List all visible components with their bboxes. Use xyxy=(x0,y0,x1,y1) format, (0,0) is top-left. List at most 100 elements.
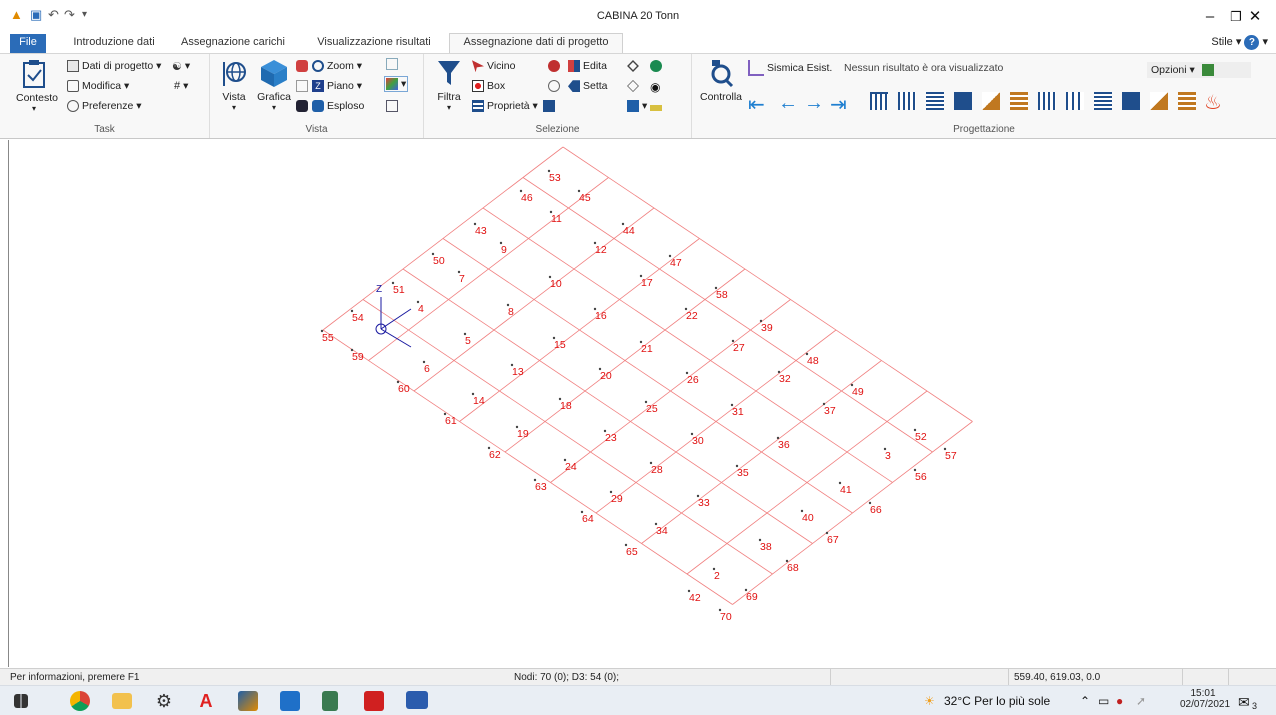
rebar-l3-icon xyxy=(1094,92,1112,110)
first-arrow-icon[interactable]: ⇤ xyxy=(748,92,765,117)
node-label: 28 xyxy=(651,464,663,476)
weather-icon[interactable]: ☀ xyxy=(924,694,935,708)
render-color-button[interactable] xyxy=(296,100,311,113)
node-label: 23 xyxy=(605,432,617,444)
close-button[interactable]: ✕ xyxy=(1232,4,1276,30)
box-button[interactable]: Box xyxy=(472,80,505,93)
node-label: 24 xyxy=(565,461,577,473)
chrome-icon[interactable] xyxy=(70,691,90,711)
filtra-button[interactable]: Filtra ▾ xyxy=(432,58,466,112)
select-all-button[interactable] xyxy=(548,60,563,73)
beam-design-a4-button[interactable] xyxy=(954,92,975,110)
column-design-l1-button[interactable] xyxy=(1038,92,1059,110)
style-menu[interactable]: Stile ▾ ? ▾ xyxy=(1211,34,1268,53)
node-label: 57 xyxy=(945,450,957,462)
last-arrow-icon[interactable]: ⇥ xyxy=(830,92,847,117)
render-solid-button[interactable] xyxy=(296,60,311,73)
esploso-button[interactable]: Esploso xyxy=(312,100,364,113)
rebar-a2-icon xyxy=(898,92,916,110)
column-design-l3-button[interactable] xyxy=(1094,92,1115,110)
notification-icon[interactable]: ✉ xyxy=(1238,694,1250,711)
check-search-icon xyxy=(711,60,734,88)
find-button[interactable]: ◉ xyxy=(650,80,663,94)
beam-design-a3-button[interactable] xyxy=(926,92,947,110)
opzioni-menu[interactable]: Opzioni ▾ xyxy=(1147,62,1251,78)
column-design-l4-button[interactable] xyxy=(1122,92,1143,110)
status-coordinates: 559.40, 619.03, 0.0 xyxy=(1014,672,1101,683)
autocad-icon[interactable]: A xyxy=(196,691,216,711)
fire-icon[interactable]: ♨ xyxy=(1204,90,1222,115)
contesto-button[interactable]: Contesto ▾ xyxy=(16,59,58,113)
object-menu[interactable]: ▾ xyxy=(627,100,647,113)
file-explorer-icon[interactable] xyxy=(112,693,132,709)
battery-icon[interactable]: ▭ xyxy=(1098,694,1109,708)
fit-view-button[interactable] xyxy=(386,100,401,113)
constraints-menu[interactable]: ☯ ▾ xyxy=(172,60,190,73)
column-design-l2-button[interactable] xyxy=(1066,92,1087,110)
measure-button[interactable] xyxy=(650,102,665,114)
network-app-icon[interactable]: ● xyxy=(1116,694,1123,708)
zoom-menu[interactable]: Zoom ▾ xyxy=(312,60,362,73)
dati-progetto-menu[interactable]: Dati di progetto ▾ xyxy=(67,60,161,73)
clock[interactable]: 15:01 02/07/2021 xyxy=(1180,688,1230,710)
wifi-icon[interactable]: ➚ xyxy=(1136,694,1146,708)
proprieta-menu[interactable]: Proprietà ▾ xyxy=(472,100,558,113)
settings-gear-icon[interactable]: ⚙ xyxy=(154,691,174,711)
structural-model-drawing[interactable]: 5346 451143 449 1250 47517 10 1758544 8 16 223955… xyxy=(9,140,1271,667)
weather-text[interactable]: 32°C Per lo più sole xyxy=(944,694,1050,708)
shape-icon xyxy=(627,80,639,93)
tab-introduzione-dati[interactable]: Introduzione dati xyxy=(58,34,170,53)
node-label: 54 xyxy=(352,312,364,324)
node-label: 38 xyxy=(760,541,772,553)
internet-button[interactable] xyxy=(650,60,665,73)
node-label: 12 xyxy=(595,244,607,256)
node-label: 4 xyxy=(418,303,424,315)
node-label: 27 xyxy=(733,342,745,354)
ruler-icon xyxy=(650,105,662,112)
tray-expand-icon[interactable]: ⌃ xyxy=(1080,694,1090,708)
color-view-menu[interactable]: ▾ xyxy=(384,76,409,93)
tab-file[interactable]: File xyxy=(10,34,46,53)
vista-button[interactable]: Vista ▾ xyxy=(216,58,252,112)
word-icon[interactable] xyxy=(406,691,428,709)
masonry-l-button[interactable] xyxy=(1178,92,1199,110)
node-label: 32 xyxy=(779,373,791,385)
dark-cube-icon xyxy=(296,100,308,113)
sismica-esist-button[interactable]: Sismica Esist. xyxy=(748,60,832,76)
node-label: 50 xyxy=(433,255,445,267)
shape-button[interactable] xyxy=(627,80,642,93)
setta-button[interactable]: Setta xyxy=(568,80,608,93)
grafica-button[interactable]: Grafica ▾ xyxy=(254,58,294,112)
beam-design-a1-button[interactable] xyxy=(870,92,891,110)
tab-assegnazione-carichi[interactable]: Assegnazione carichi xyxy=(172,34,294,53)
wall-design-a-button[interactable] xyxy=(982,92,1003,110)
calculator-icon[interactable] xyxy=(322,691,338,711)
preferenze-menu[interactable]: Preferenze ▾ xyxy=(67,100,142,113)
controlla-button[interactable]: Controlla xyxy=(698,58,744,103)
deselect-button[interactable] xyxy=(548,80,563,93)
render-wire-button[interactable] xyxy=(296,80,311,93)
edita-button[interactable]: Edita xyxy=(568,60,607,73)
edita-label: Edita xyxy=(583,60,607,72)
beam-design-a2-button[interactable] xyxy=(898,92,919,110)
windows-start-icon[interactable] xyxy=(14,694,28,708)
model-viewport[interactable]: 53 46 45 11 43 44 9 12 50 47 51 7 10 17 58 54 4 8 16 22 39 55… xyxy=(8,140,1270,667)
masonry-a-button[interactable] xyxy=(1010,92,1031,110)
wall-design-l-button[interactable] xyxy=(1150,92,1171,110)
grid-menu[interactable]: # ▾ xyxy=(174,80,188,92)
piano-menu[interactable]: Z Piano ▾ xyxy=(312,80,362,93)
rotate-view-button[interactable] xyxy=(386,58,401,71)
filtra-label: Filtra xyxy=(437,91,461,103)
vicino-button[interactable]: Vicino xyxy=(472,60,515,73)
prev-arrow-icon[interactable]: ← xyxy=(778,92,798,115)
grid-line xyxy=(686,390,928,575)
next-arrow-icon[interactable]: → xyxy=(804,92,824,115)
modifica-menu[interactable]: Modifica ▾ xyxy=(67,80,129,93)
layer-button[interactable] xyxy=(627,60,642,73)
tab-visualizzazione-risultati[interactable]: Visualizzazione risultati xyxy=(310,34,438,53)
help-icon[interactable]: ? xyxy=(1244,34,1260,50)
outlook-icon[interactable] xyxy=(280,691,300,711)
tab-assegnazione-dati-progetto[interactable]: Assegnazione dati di progetto xyxy=(449,33,623,54)
structural-app-icon[interactable] xyxy=(238,691,258,711)
acrobat-icon[interactable] xyxy=(364,691,384,711)
